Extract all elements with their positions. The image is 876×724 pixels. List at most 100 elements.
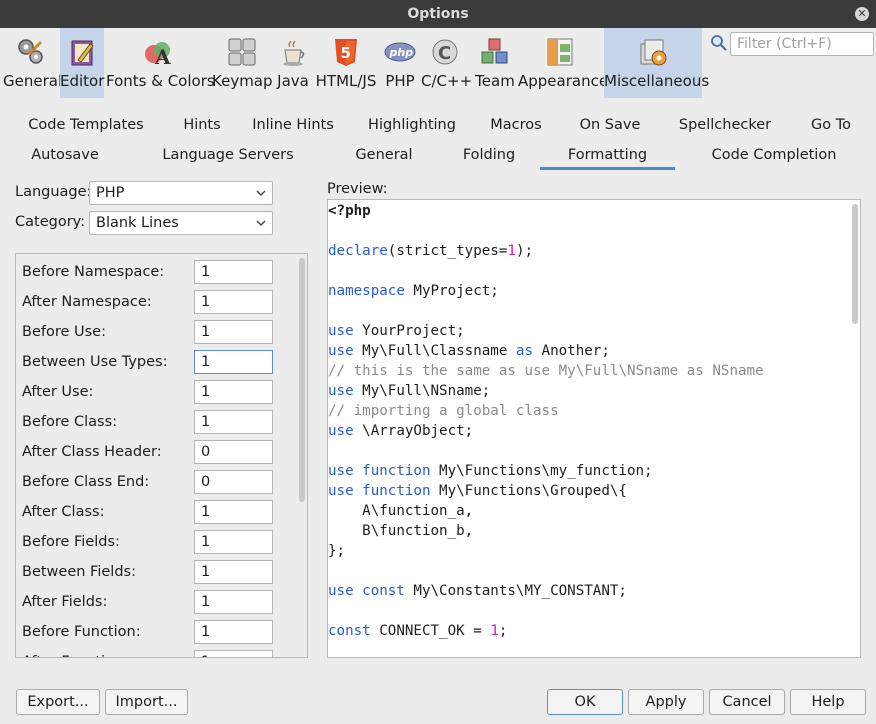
category-team[interactable]: Team [474,28,516,98]
tab-highlighting[interactable]: Highlighting [362,114,462,136]
category-fonts-colors[interactable]: A Fonts & Colors [106,28,215,98]
code-line: use const My\Constants\MY_CONSTANT; [328,581,627,601]
category-miscellaneous[interactable]: Miscellaneous [604,28,710,98]
chevron-down-icon [256,220,266,227]
tab-hints[interactable]: Hints [172,114,232,136]
setting-value-field[interactable]: 1 [194,290,273,314]
setting-value-field[interactable]: 1 [194,530,273,554]
setting-value-field[interactable]: 1 [194,620,273,644]
general-gears-icon [17,39,43,64]
category-general[interactable]: General [3,28,62,98]
setting-label: Before Namespace: [22,264,165,280]
ok-button[interactable]: OK [547,689,623,715]
category-keymap[interactable]: Keymap [212,28,273,98]
setting-row: After Function: 1 [16,648,296,657]
setting-value-field[interactable]: 1 [194,590,273,614]
setting-value-field[interactable]: 1 [194,500,273,524]
category-label: Java [277,72,309,90]
setting-row: Before Class End: 0 [16,468,296,498]
code-line: B\function_b, [328,521,473,541]
setting-row: After Use: 1 [16,378,296,408]
code-token: use [328,343,354,359]
category-php[interactable]: php PHP [381,28,419,98]
tab-spellchecker[interactable]: Spellchecker [672,114,778,136]
preview-label: Preview: [327,181,388,197]
setting-row: After Class Header: 0 [16,438,296,468]
tab-macros[interactable]: Macros [484,114,548,136]
category-cpp[interactable]: C C/C++ [421,28,473,98]
close-icon[interactable]: ✕ [855,7,869,21]
setting-value-field[interactable]: 1 [194,380,273,404]
settings-scrollbar[interactable] [299,258,305,502]
category-java[interactable]: Java [274,28,312,98]
setting-label: Before Fields: [22,534,120,550]
code-line: // this is the same as use My\Full\NSnam… [328,361,764,381]
setting-label: Between Use Types: [22,354,168,370]
code-line: }; [328,541,345,561]
tab-inline-hints[interactable]: Inline Hints [248,114,338,136]
category-label: PHP [385,72,415,90]
apply-button[interactable]: Apply [628,689,704,715]
category-appearance[interactable]: Appearance [518,28,609,98]
filter-box [710,32,874,56]
code-token: // importing a global class [328,403,559,419]
help-button[interactable]: Help [790,689,866,715]
code-token: \ArrayObject; [353,423,474,439]
tab-general[interactable]: General [344,144,424,166]
category-label: C/C++ [421,72,473,90]
tab-autosave[interactable]: Autosave [20,144,110,166]
tab-folding[interactable]: Folding [454,144,524,166]
code-line: use My\Full\Classname as Another; [328,341,610,361]
category-select[interactable]: Blank Lines [89,211,273,235]
category-editor[interactable]: Editor [60,28,104,98]
language-value: PHP [96,185,125,201]
code-line: use \ArrayObject; [328,421,473,441]
setting-row: Before Namespace: 1 [16,258,296,288]
code-line: use function My\Functions\my_function; [328,461,653,481]
setting-value-field[interactable]: 1 [194,410,273,434]
setting-row: After Class: 1 [16,498,296,528]
window-title: Options [407,6,469,22]
category-label: Appearance [518,72,609,90]
code-line: use YourProject; [328,321,465,341]
category-label: Editor [60,72,105,90]
tab-on-save[interactable]: On Save [572,114,648,136]
tab-code-completion[interactable]: Code Completion [704,144,844,166]
code-token: use [328,583,354,599]
setting-value-field[interactable]: 0 [194,440,273,464]
tab-code-templates[interactable]: Code Templates [20,114,152,136]
code-token: My\Functions\my_function; [430,463,653,479]
code-token: function [362,463,431,479]
code-token: // this is the same as use My\Full\NSnam… [328,363,764,379]
code-token: use [328,323,354,339]
code-token: const [328,623,371,639]
setting-value-field[interactable]: 1 [194,350,273,374]
setting-value-field[interactable]: 1 [194,260,273,284]
setting-row: Before Function: 1 [16,618,296,648]
category-htmljs[interactable]: 5 HTML/JS [314,28,378,98]
tab-go-to[interactable]: Go To [800,114,862,136]
setting-label: After Class Header: [22,444,162,460]
svg-text:C: C [438,43,451,64]
code-token: use [328,383,354,399]
tab-formatting[interactable]: Formatting [540,144,675,170]
svg-text:php: php [389,46,414,59]
setting-label: After Use: [22,384,94,400]
category-label: Fonts & Colors [106,72,215,90]
export-button[interactable]: Export... [16,689,100,715]
code-token: declare [328,243,388,259]
filter-input[interactable] [730,32,874,56]
preview-scrollbar[interactable] [852,204,858,324]
setting-value-field[interactable]: 1 [194,320,273,344]
chevron-down-icon [256,190,266,197]
setting-value-field[interactable]: 0 [194,470,273,494]
category-label: Miscellaneous [604,72,710,90]
import-button[interactable]: Import... [105,689,188,715]
setting-value-field[interactable]: 1 [194,650,273,657]
code-token: YourProject; [353,323,465,339]
title-bar: Options ✕ [0,0,876,28]
setting-value-field[interactable]: 1 [194,560,273,584]
language-select[interactable]: PHP [89,181,273,205]
cancel-button[interactable]: Cancel [709,689,785,715]
tab-language-servers[interactable]: Language Servers [158,144,298,166]
